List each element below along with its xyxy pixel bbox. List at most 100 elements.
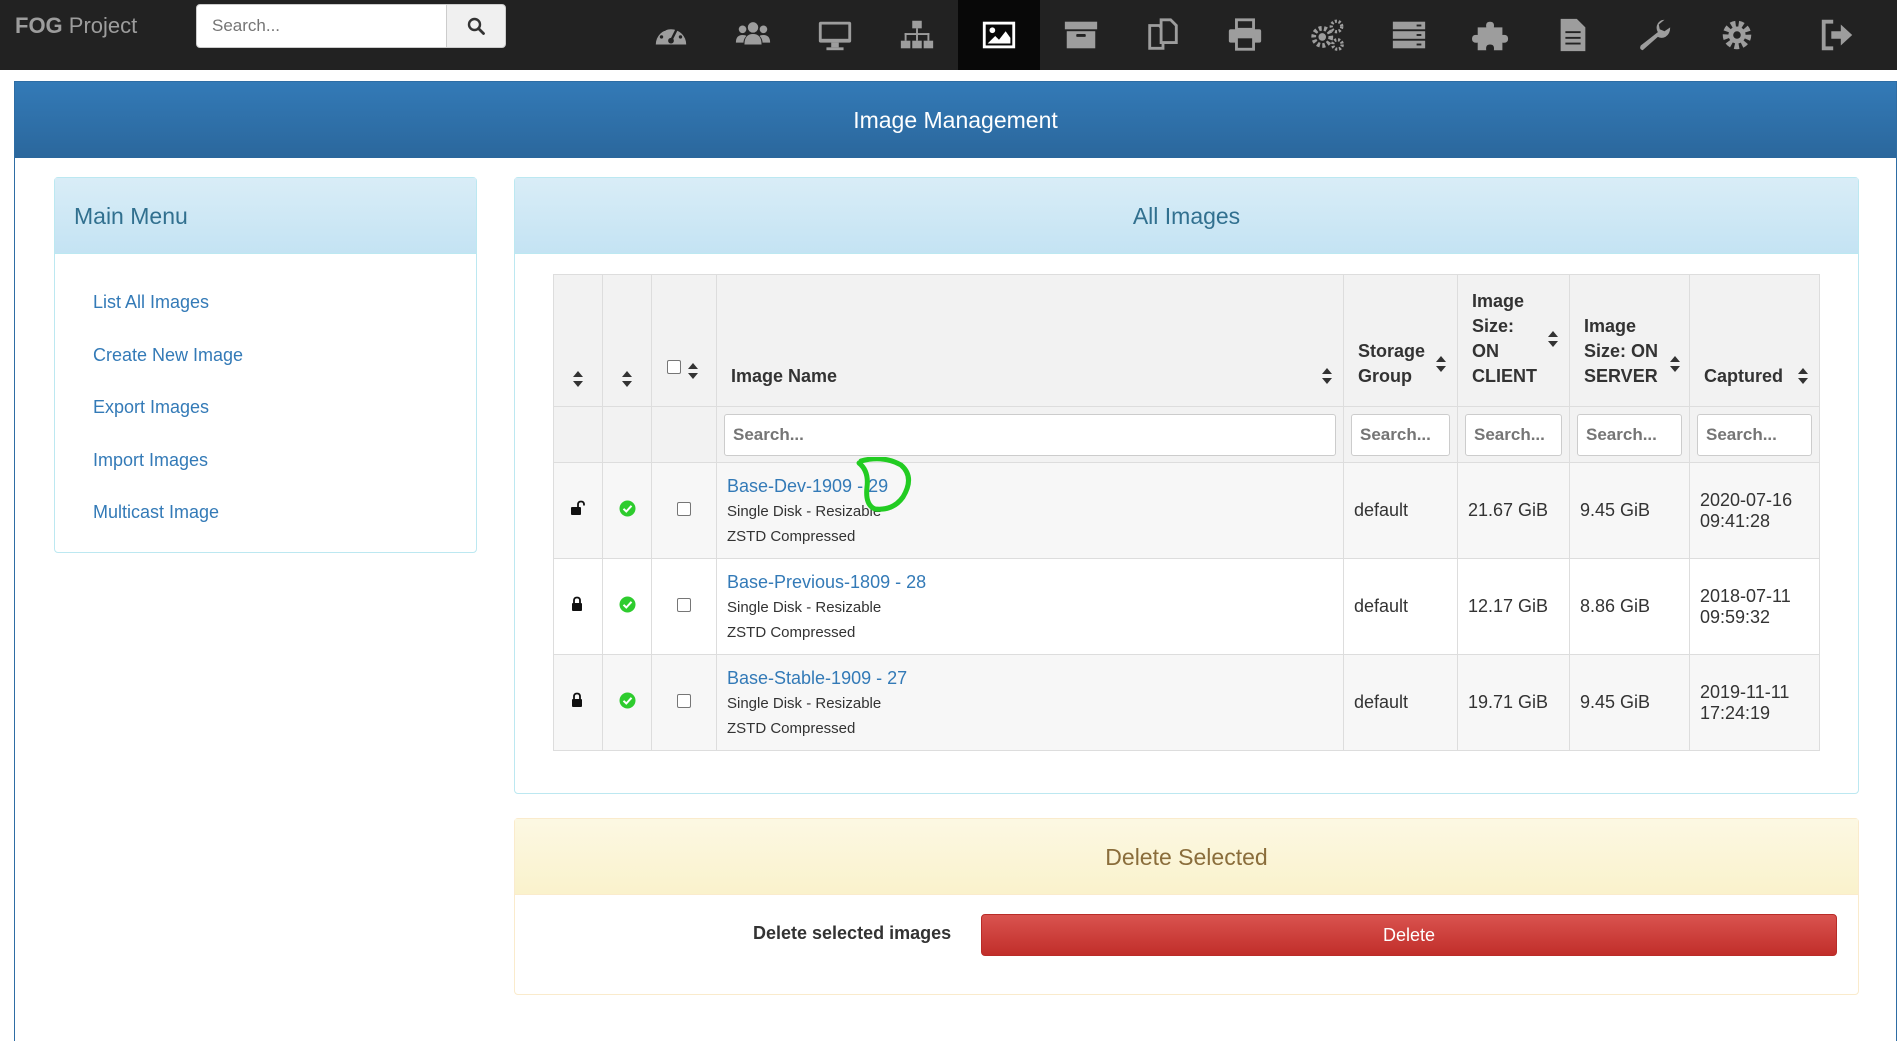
unlock-icon xyxy=(571,500,585,515)
desktop-icon xyxy=(818,21,852,51)
col-locked-header[interactable] xyxy=(553,274,603,407)
annotation-circle xyxy=(856,457,911,512)
delete-selected-title: Delete Selected xyxy=(515,819,1858,895)
menu-multicast-image[interactable]: Multicast Image xyxy=(93,502,219,522)
nav-printers[interactable] xyxy=(1204,0,1286,70)
sort-icon xyxy=(1436,356,1446,372)
nav-hosts[interactable] xyxy=(794,0,876,70)
puzzle-icon xyxy=(1472,21,1509,51)
file-icon xyxy=(1560,18,1586,52)
image-icon xyxy=(982,21,1016,49)
filter-image-name-input[interactable] xyxy=(724,413,1336,456)
dashboard-icon xyxy=(655,24,687,45)
nav-snapins[interactable] xyxy=(1122,0,1204,70)
size-client-cell: 12.17 GiB xyxy=(1457,558,1570,655)
menu-create-new-image[interactable]: Create New Image xyxy=(93,345,243,365)
sort-icon xyxy=(1548,331,1558,347)
nav-images[interactable] xyxy=(958,0,1040,70)
nav-dashboard[interactable] xyxy=(630,0,712,70)
captured-time: 17:24:19 xyxy=(1700,702,1771,723)
sort-icon xyxy=(688,363,698,379)
size-client-cell: 21.67 GiB xyxy=(1457,462,1570,559)
filter-cell xyxy=(1569,406,1690,463)
filter-size-client-input[interactable] xyxy=(1465,413,1562,456)
sort-icon xyxy=(1322,368,1332,384)
check-circle-icon xyxy=(619,500,635,516)
row-checkbox[interactable] xyxy=(677,598,691,612)
image-compression: ZSTD Compressed xyxy=(727,623,856,641)
filter-cell xyxy=(1343,406,1458,463)
brand-name-bold: FOG xyxy=(15,13,63,38)
filter-captured-input[interactable] xyxy=(1697,413,1812,456)
captured-date: 2020-07-16 xyxy=(1700,489,1793,510)
nav-groups[interactable] xyxy=(876,0,958,70)
col-select-header xyxy=(651,274,717,407)
top-navbar: FOG Project xyxy=(0,0,1897,70)
image-name-link[interactable]: Base-Previous-1809 - 28 xyxy=(727,572,926,592)
menu-import-images[interactable]: Import Images xyxy=(93,450,208,470)
captured-cell: 2018-07-11 09:59:32 xyxy=(1689,558,1820,655)
image-disk-type: Single Disk - Resizable xyxy=(727,598,882,616)
print-icon xyxy=(1228,18,1262,51)
col-size-client-label: Image xyxy=(1472,291,1525,311)
col-size-client-label: CLIENT xyxy=(1472,366,1537,386)
filter-size-server-input[interactable] xyxy=(1577,413,1682,456)
all-images-panel: All Images Image Name Storage Group Imag… xyxy=(514,177,1859,794)
image-name-link[interactable]: Base-Stable-1909 - 27 xyxy=(727,668,907,688)
archive-icon xyxy=(1064,21,1098,49)
captured-date: 2019-11-11 xyxy=(1700,681,1790,702)
brand-logo[interactable]: FOG Project xyxy=(15,12,137,40)
image-name-cell: Base-Previous-1809 - 28 Single Disk - Re… xyxy=(716,558,1344,655)
col-size-server-header[interactable]: Image Size: ON SERVER xyxy=(1569,274,1690,407)
filter-storage-group-input[interactable] xyxy=(1351,413,1450,456)
nav-tasks[interactable] xyxy=(1368,0,1450,70)
row-checkbox[interactable] xyxy=(677,502,691,516)
sort-icon xyxy=(1670,356,1680,372)
captured-cell: 2020-07-16 09:41:28 xyxy=(1689,462,1820,559)
nav-settings[interactable] xyxy=(1696,0,1778,70)
menu-export-images[interactable]: Export Images xyxy=(93,397,209,417)
delete-selected-panel: Delete Selected Delete selected images D… xyxy=(514,818,1859,995)
col-storage-group-header[interactable]: Storage Group xyxy=(1343,274,1458,407)
sort-icon xyxy=(1798,368,1808,384)
nav-config[interactable] xyxy=(1614,0,1696,70)
menu-list-all-images[interactable]: List All Images xyxy=(93,292,209,312)
settings-icon xyxy=(1722,20,1752,50)
filter-cell-empty xyxy=(602,406,652,463)
col-status-header[interactable] xyxy=(602,274,652,407)
check-circle-icon xyxy=(619,596,635,612)
filter-cell-empty xyxy=(553,406,603,463)
nav-reports[interactable] xyxy=(1532,0,1614,70)
select-all-checkbox[interactable] xyxy=(667,360,681,374)
global-search-button[interactable] xyxy=(446,4,506,48)
col-size-client-header[interactable]: Image Size: ON CLIENT xyxy=(1457,274,1570,407)
copy-icon xyxy=(1148,18,1178,50)
row-checkbox[interactable] xyxy=(677,694,691,708)
size-server-cell: 9.45 GiB xyxy=(1569,462,1690,559)
main-menu-title: Main Menu xyxy=(55,178,476,254)
nav-logout[interactable] xyxy=(1796,0,1878,70)
main-menu-list: List All Images Create New Image Export … xyxy=(55,254,476,539)
wrench-icon xyxy=(1640,19,1671,51)
status-cell xyxy=(602,462,652,559)
col-captured-header[interactable]: Captured xyxy=(1689,274,1820,407)
nav-service[interactable] xyxy=(1286,0,1368,70)
lock-cell xyxy=(553,654,603,751)
global-search-input[interactable] xyxy=(196,4,447,48)
filter-cell-empty xyxy=(651,406,717,463)
nav-storage[interactable] xyxy=(1040,0,1122,70)
server-icon xyxy=(1392,21,1426,49)
users-icon xyxy=(735,22,771,45)
nav-plugins[interactable] xyxy=(1450,0,1532,70)
select-cell xyxy=(651,558,717,655)
table-row: Base-Stable-1909 - 27 Single Disk - Resi… xyxy=(553,654,1820,751)
brand-name-rest: Project xyxy=(62,13,138,38)
storage-group-cell: default xyxy=(1343,654,1458,751)
lock-icon xyxy=(572,596,582,611)
col-image-name-label: Image Name xyxy=(731,366,838,386)
status-cell xyxy=(602,558,652,655)
delete-button[interactable]: Delete xyxy=(981,914,1837,956)
nav-users[interactable] xyxy=(712,0,794,70)
col-image-name-header[interactable]: Image Name xyxy=(716,274,1344,407)
select-cell xyxy=(651,462,717,559)
